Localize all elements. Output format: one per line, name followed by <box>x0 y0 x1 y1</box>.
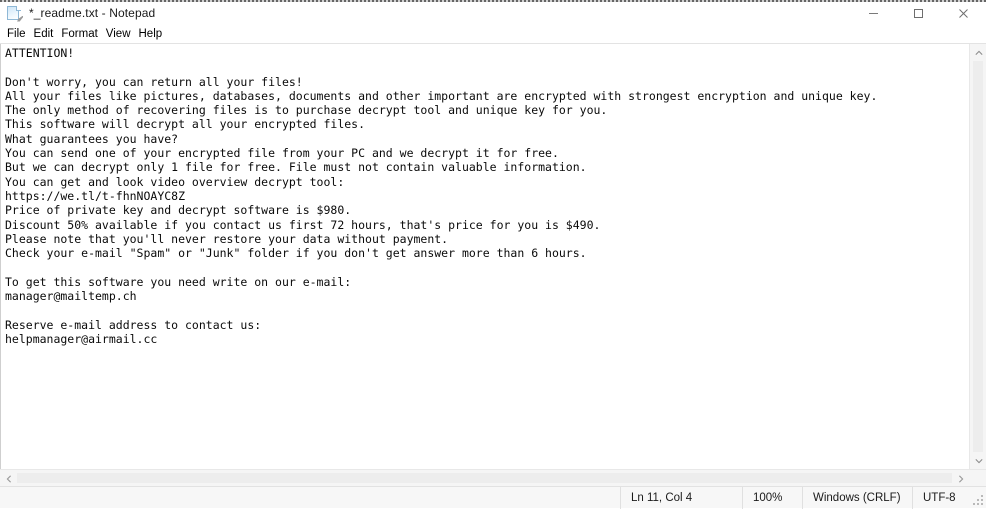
scroll-left-arrow[interactable] <box>0 470 17 487</box>
window-controls <box>851 0 986 26</box>
status-bar: Ln 11, Col 4 100% Windows (CRLF) UTF-8 <box>0 486 986 508</box>
title-bar[interactable]: *_readme.txt - Notepad <box>0 0 986 26</box>
window-top-edge-strip <box>0 0 986 2</box>
status-cursor-position[interactable]: Ln 11, Col 4 <box>620 487 742 509</box>
notepad-window: *_readme.txt - Notepad File Edit <box>0 0 986 508</box>
window-title: *_readme.txt - Notepad <box>29 6 851 20</box>
menu-item-view[interactable]: View <box>102 26 135 43</box>
vertical-scroll-thumb[interactable] <box>973 61 983 452</box>
horizontal-scroll-thumb[interactable] <box>17 473 952 483</box>
editor-area: ATTENTION! Don't worry, you can return a… <box>0 43 986 469</box>
menu-item-format[interactable]: Format <box>57 26 101 43</box>
menu-item-file[interactable]: File <box>3 26 30 43</box>
scroll-down-arrow[interactable] <box>970 452 986 469</box>
notepad-document-icon <box>6 6 22 22</box>
minimize-button[interactable] <box>851 0 896 26</box>
text-editor[interactable]: ATTENTION! Don't worry, you can return a… <box>0 44 969 469</box>
vertical-scrollbar[interactable] <box>969 44 986 469</box>
scroll-right-arrow[interactable] <box>952 470 969 487</box>
scroll-up-arrow[interactable] <box>970 44 986 61</box>
horizontal-scroll-track[interactable] <box>17 470 952 486</box>
resize-grip[interactable] <box>972 494 983 505</box>
scrollbar-corner <box>969 470 986 486</box>
maximize-button[interactable] <box>896 0 941 26</box>
status-line-ending[interactable]: Windows (CRLF) <box>802 487 912 509</box>
horizontal-scrollbar[interactable] <box>0 469 986 486</box>
menu-item-edit[interactable]: Edit <box>30 26 58 43</box>
status-zoom-level[interactable]: 100% <box>742 487 802 509</box>
menu-item-help[interactable]: Help <box>135 26 167 43</box>
vertical-scroll-track[interactable] <box>970 61 986 452</box>
menu-bar: File Edit Format View Help <box>0 26 986 43</box>
close-button[interactable] <box>941 0 986 26</box>
ransom-note-text[interactable]: ATTENTION! Don't worry, you can return a… <box>1 44 969 346</box>
